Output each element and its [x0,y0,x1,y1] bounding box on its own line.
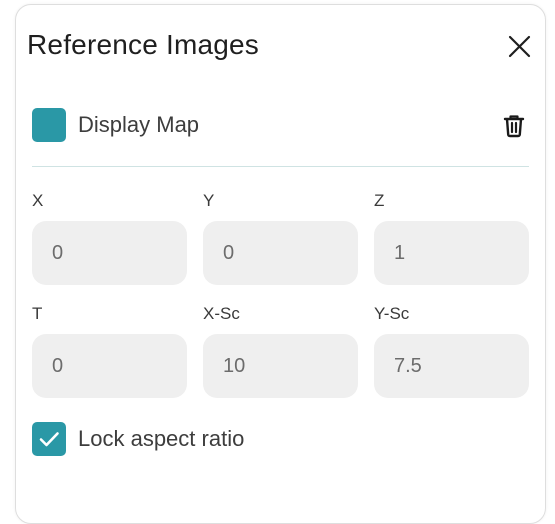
t-input[interactable]: 0 [32,334,187,398]
panel-title: Reference Images [27,29,259,60]
close-icon [508,35,531,58]
y-scale-input[interactable]: 7.5 [374,334,529,398]
close-button[interactable] [505,32,535,62]
z-input[interactable]: 1 [374,221,529,285]
field-label-z: Z [374,191,385,210]
field-label-y-scale: Y-Sc [374,304,410,323]
x-input[interactable]: 0 [32,221,187,285]
divider [32,166,529,167]
x-scale-input[interactable]: 10 [203,334,358,398]
lock-aspect-row[interactable]: Lock aspect ratio [32,422,244,456]
field-label-x-scale: X-Sc [203,304,240,323]
display-map-toggle[interactable] [32,108,66,142]
delete-button[interactable] [500,112,528,140]
field-label-y: Y [203,191,215,210]
checkmark-icon [39,432,59,447]
lock-aspect-label: Lock aspect ratio [78,426,245,451]
trash-icon [503,115,525,138]
lock-aspect-checkbox[interactable] [32,422,66,456]
y-input[interactable]: 0 [203,221,358,285]
display-map-row[interactable]: Display Map [32,108,199,142]
field-label-x: X [32,191,44,210]
field-label-t: T [32,304,43,323]
display-map-label: Display Map [78,112,200,137]
